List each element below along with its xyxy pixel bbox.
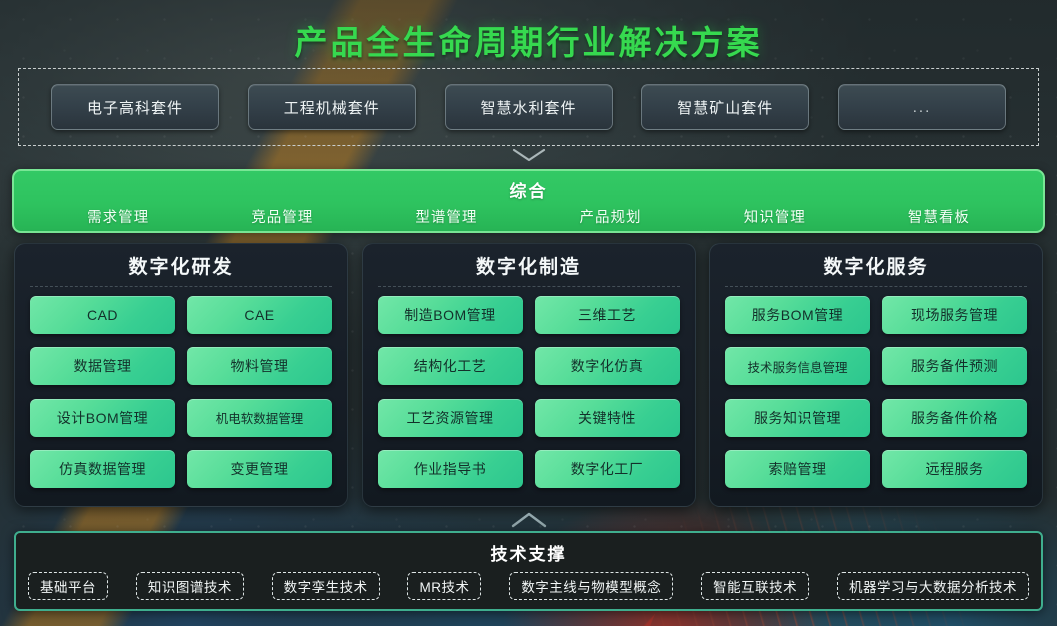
cell-structured-process[interactable]: 结构化工艺 <box>377 347 523 386</box>
comprehensive-item-knowledge[interactable]: 知识管理 <box>744 206 806 227</box>
suite-button-more[interactable]: ... <box>838 84 1006 130</box>
cell-manufacturing-bom-management[interactable]: 制造BOM管理 <box>377 296 523 334</box>
cell-claim-management[interactable]: 索赔管理 <box>725 449 870 488</box>
panel-service-grid: 服务BOM管理 现场服务管理 技术服务信息管理 服务备件预测 服务知识管理 服务… <box>725 296 1027 492</box>
cell-change-management[interactable]: 变更管理 <box>187 449 332 488</box>
cell-service-parts-forecast[interactable]: 服务备件预测 <box>882 347 1027 386</box>
tag-digital-thread[interactable]: 数字主线与物模型概念 <box>509 572 674 600</box>
cell-design-bom-management[interactable]: 设计BOM管理 <box>30 398 175 437</box>
panel-service-title: 数字化服务 <box>725 252 1027 287</box>
cell-material-management[interactable]: 物料管理 <box>187 347 332 386</box>
page-title: 产品全生命周期行业解决方案 <box>294 24 763 61</box>
panel-manufacturing: 数字化制造 制造BOM管理 三维工艺 结构化工艺 数字化仿真 工艺资源管理 关键… <box>361 243 696 507</box>
cell-service-knowledge-management[interactable]: 服务知识管理 <box>725 398 870 437</box>
cell-cad[interactable]: CAD <box>30 296 175 334</box>
suite-button-3[interactable]: 智慧水利套件 <box>444 84 613 130</box>
comprehensive-item-spectrum[interactable]: 型谱管理 <box>415 206 477 227</box>
suite-button-4[interactable]: 智慧矿山套件 <box>641 84 810 130</box>
solution-architecture-slide: 产品全生命周期行业解决方案 电子高科套件 工程机械套件 智慧水利套件 智慧矿山套… <box>0 0 1057 626</box>
panel-rnd-grid: CAD CAE 数据管理 物料管理 设计BOM管理 机电软数据管理 仿真数据管理… <box>30 296 332 492</box>
cell-cae[interactable]: CAE <box>187 296 332 334</box>
tag-mr[interactable]: MR技术 <box>407 572 482 600</box>
comprehensive-title: 综合 <box>509 182 548 201</box>
tag-basic-platform[interactable]: 基础平台 <box>28 572 108 600</box>
support-tag-list: 基础平台 知识图谱技术 数字孪生技术 MR技术 数字主线与物模型概念 智能互联技… <box>26 572 1031 600</box>
cell-remote-service[interactable]: 远程服务 <box>882 449 1027 488</box>
suite-button-2[interactable]: 工程机械套件 <box>247 84 416 130</box>
panel-service: 数字化服务 服务BOM管理 现场服务管理 技术服务信息管理 服务备件预测 服务知… <box>709 243 1043 507</box>
comprehensive-item-list: 需求管理 竞品管理 型谱管理 产品规划 知识管理 智慧看板 <box>14 206 1043 227</box>
comprehensive-item-competitor[interactable]: 竞品管理 <box>251 206 313 227</box>
comprehensive-item-requirement[interactable]: 需求管理 <box>87 206 149 227</box>
cell-field-service-management[interactable]: 现场服务管理 <box>882 296 1027 334</box>
tag-machine-learning-big-data[interactable]: 机器学习与大数据分析技术 <box>836 572 1029 600</box>
cell-technical-service-info-management[interactable]: 技术服务信息管理 <box>725 347 870 386</box>
tag-intelligent-connectivity[interactable]: 智能互联技术 <box>701 572 810 600</box>
suites-container: 电子高科套件 工程机械套件 智慧水利套件 智慧矿山套件 ... <box>18 68 1039 146</box>
pillar-panels: 数字化研发 CAD CAE 数据管理 物料管理 设计BOM管理 机电软数据管理 … <box>14 243 1043 507</box>
cell-key-characteristics[interactable]: 关键特性 <box>534 398 680 437</box>
cell-3d-process[interactable]: 三维工艺 <box>534 296 680 334</box>
cell-digital-simulation[interactable]: 数字化仿真 <box>534 347 680 386</box>
panel-rnd: 数字化研发 CAD CAE 数据管理 物料管理 设计BOM管理 机电软数据管理 … <box>14 243 348 507</box>
suite-button-1[interactable]: 电子高科套件 <box>51 84 219 130</box>
comprehensive-band: 综合 需求管理 竞品管理 型谱管理 产品规划 知识管理 智慧看板 <box>12 169 1045 233</box>
cell-digital-factory[interactable]: 数字化工厂 <box>534 449 680 488</box>
chevron-down-icon <box>512 148 546 162</box>
support-panel: 技术支撑 基础平台 知识图谱技术 数字孪生技术 MR技术 数字主线与物模型概念 … <box>14 531 1043 611</box>
panel-manufacturing-grid: 制造BOM管理 三维工艺 结构化工艺 数字化仿真 工艺资源管理 关键特性 作业指… <box>377 296 680 492</box>
cell-simulation-data-management[interactable]: 仿真数据管理 <box>30 449 175 488</box>
cell-data-management[interactable]: 数据管理 <box>30 347 175 386</box>
cell-service-parts-price[interactable]: 服务备件价格 <box>882 398 1027 437</box>
comprehensive-item-dashboard[interactable]: 智慧看板 <box>908 206 970 227</box>
cell-process-resource-management[interactable]: 工艺资源管理 <box>377 398 523 437</box>
cell-mechatronic-software-data-management[interactable]: 机电软数据管理 <box>187 398 332 437</box>
cell-work-instruction[interactable]: 作业指导书 <box>377 449 523 488</box>
comprehensive-item-planning[interactable]: 产品规划 <box>580 206 642 227</box>
chevron-up-icon <box>511 511 547 528</box>
panel-manufacturing-title: 数字化制造 <box>377 252 680 287</box>
panel-rnd-title: 数字化研发 <box>30 252 332 287</box>
support-title: 技术支撑 <box>490 545 567 564</box>
cell-service-bom-management[interactable]: 服务BOM管理 <box>725 296 870 334</box>
tag-knowledge-graph[interactable]: 知识图谱技术 <box>135 572 244 600</box>
tag-digital-twin[interactable]: 数字孪生技术 <box>271 572 380 600</box>
